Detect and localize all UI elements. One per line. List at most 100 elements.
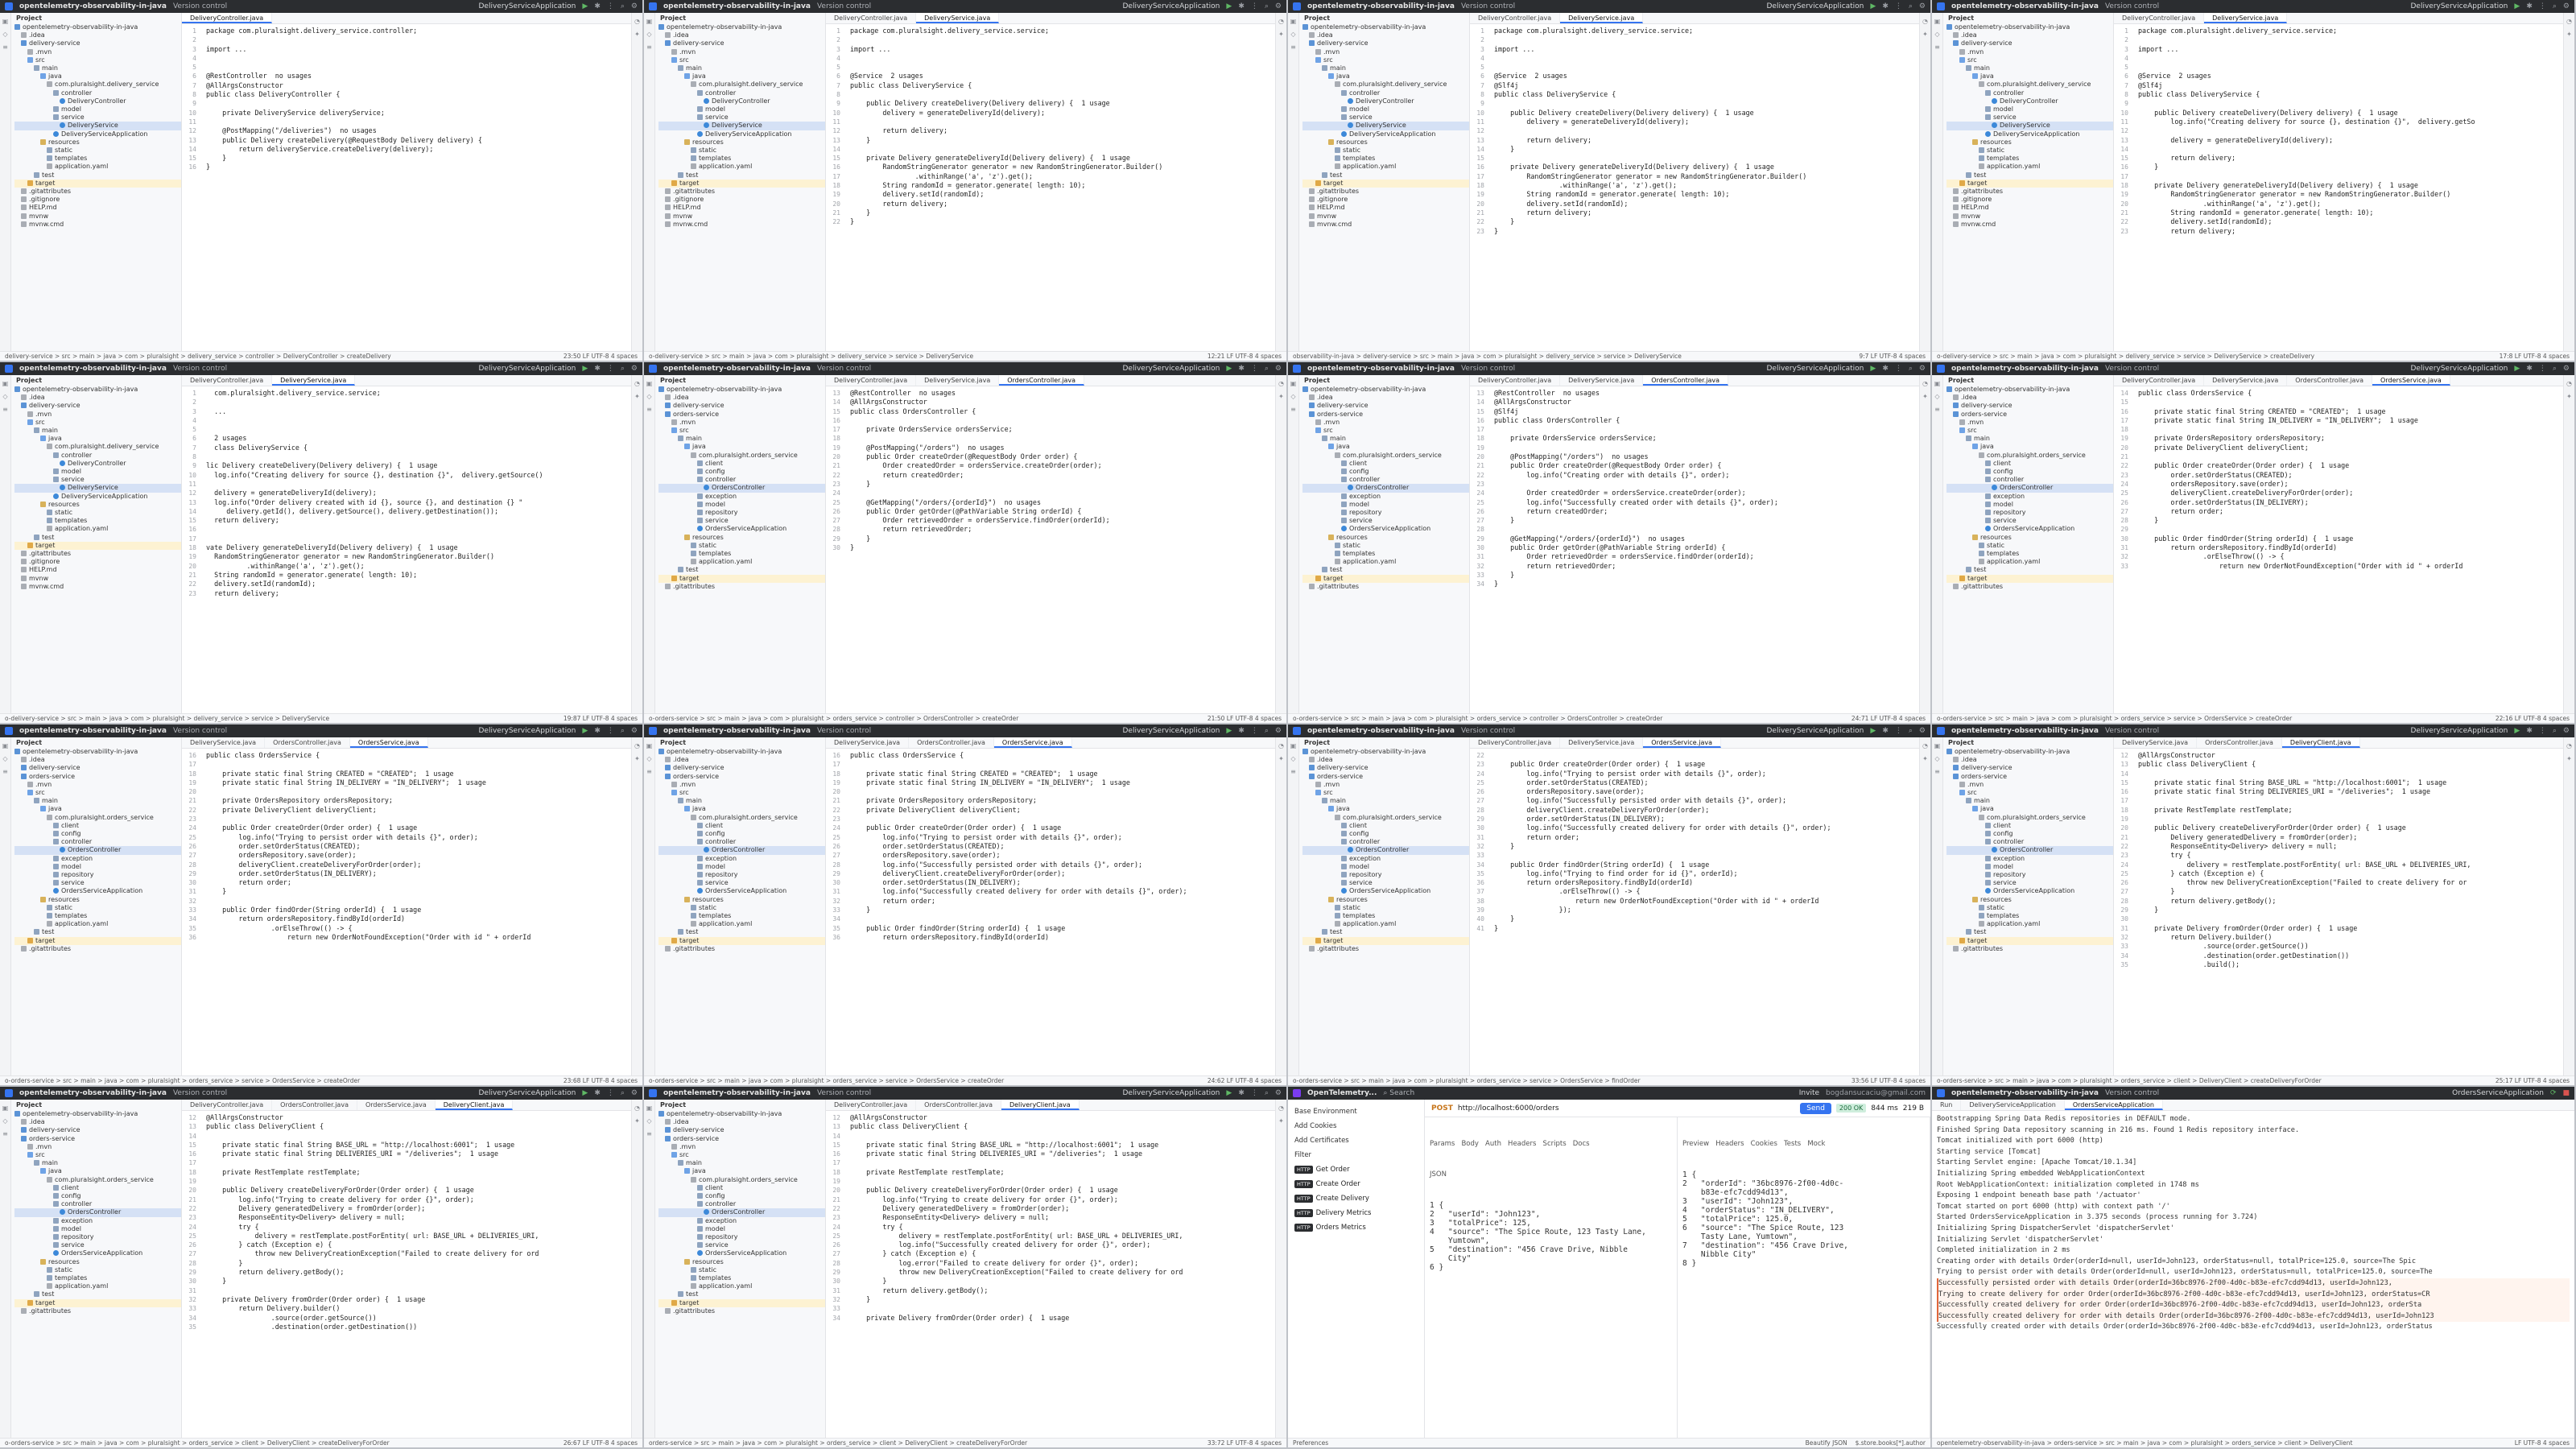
- code-line[interactable]: private Delivery fromOrder(Order order) …: [2138, 924, 2563, 933]
- tree-item[interactable]: client: [658, 1184, 825, 1192]
- notifications-icon[interactable]: ◔: [2566, 18, 2572, 25]
- structure-icon[interactable]: ≡: [1290, 406, 1296, 413]
- notifications-icon[interactable]: ◔: [634, 1104, 640, 1112]
- code-line[interactable]: private static final String IN_DELIVERY …: [850, 778, 1275, 787]
- search-icon[interactable]: ⌕: [2553, 365, 2557, 373]
- commit-icon[interactable]: ◇: [2, 31, 7, 38]
- tree-item[interactable]: client: [658, 822, 825, 830]
- editor-tab[interactable]: DeliveryService.java: [1560, 13, 1644, 23]
- tree-item[interactable]: config: [14, 830, 181, 838]
- search-box[interactable]: ⌕ Search: [1383, 1089, 1414, 1097]
- tree-item[interactable]: templates: [14, 1274, 181, 1282]
- code-line[interactable]: }: [2138, 906, 2563, 914]
- workspace-name[interactable]: OpenTelemetry...: [1307, 1089, 1377, 1097]
- version-control-menu[interactable]: Version control: [173, 1089, 227, 1097]
- tree-item[interactable]: config: [1946, 830, 2113, 838]
- editor-tab[interactable]: DeliveryService.java: [1560, 375, 1644, 386]
- editor-tab[interactable]: OrdersController.java: [265, 737, 350, 748]
- tree-item[interactable]: .idea: [14, 31, 181, 39]
- project-panel-title[interactable]: Project: [1299, 13, 1469, 23]
- code-line[interactable]: .destination(order.getDestination()): [2138, 952, 2563, 960]
- tree-item[interactable]: .idea: [1302, 756, 1469, 764]
- tree-item[interactable]: static: [1302, 147, 1469, 155]
- source-code[interactable]: @RestController no usages @AllArgsConstru…: [844, 389, 1275, 713]
- tree-item[interactable]: .idea: [658, 31, 825, 39]
- settings-icon[interactable]: ⚙: [1275, 365, 1282, 373]
- code-line[interactable]: public class DeliveryService {: [850, 81, 1275, 90]
- navigation-breadcrumb[interactable]: o-orders-service > src > main > java > c…: [649, 1077, 1199, 1084]
- tree-item[interactable]: model: [1946, 863, 2113, 871]
- project-panel-title[interactable]: Project: [655, 375, 825, 386]
- code-line[interactable]: [206, 897, 631, 906]
- tree-item[interactable]: static: [14, 509, 181, 517]
- more-icon[interactable]: ⋮: [1251, 727, 1258, 735]
- code-line[interactable]: delivery.getId(), delivery.getSource(), …: [206, 507, 631, 516]
- tree-item[interactable]: test: [14, 1290, 181, 1298]
- code-line[interactable]: public class DeliveryService {: [1494, 90, 1919, 99]
- code-line[interactable]: log.info("Creating order with details {}…: [1494, 471, 1919, 480]
- code-line[interactable]: delivery = restTemplate.postForEntity( u…: [2138, 861, 2563, 869]
- tree-item[interactable]: static: [1302, 904, 1469, 912]
- code-line[interactable]: String randomId = generator.generate( le…: [850, 181, 1275, 190]
- code-line[interactable]: }: [850, 136, 1275, 145]
- editor-tab[interactable]: DeliveryController.java: [182, 13, 273, 23]
- code-line[interactable]: private static final String DELIVERIES_U…: [850, 1150, 1275, 1158]
- tree-item[interactable]: java: [14, 72, 181, 80]
- tree-item[interactable]: java: [658, 72, 825, 80]
- code-line[interactable]: deliveryClient.createDeliveryForOrder(or…: [1494, 806, 1919, 815]
- navigation-breadcrumb[interactable]: o-delivery-service > src > main > java >…: [5, 715, 555, 722]
- code-line[interactable]: [1494, 425, 1919, 434]
- code-line[interactable]: .withinRange('a', 'z').get();: [2138, 200, 2563, 208]
- version-control-menu[interactable]: Version control: [817, 365, 871, 373]
- tree-item[interactable]: DeliveryController: [1302, 97, 1469, 105]
- source-code[interactable]: package com.pluralsight.delivery_service…: [844, 27, 1275, 351]
- code-view[interactable]: 12 13 14 15 16 17 18 19 20 21 22 23 24 25 26 27 28 29 30 31…: [2114, 749, 2563, 1075]
- code-line[interactable]: return createdOrder;: [850, 471, 1275, 480]
- code-line[interactable]: import ...: [850, 45, 1275, 54]
- code-line[interactable]: [206, 760, 631, 769]
- tree-item[interactable]: test: [1946, 171, 2113, 180]
- code-line[interactable]: @RestController no usages: [850, 389, 1275, 398]
- tree-item[interactable]: orders-service: [658, 411, 825, 419]
- code-line[interactable]: [850, 914, 1275, 923]
- version-control-menu[interactable]: Version control: [2105, 727, 2159, 735]
- editor-tab[interactable]: OrdersService.java: [357, 1100, 436, 1110]
- tree-item[interactable]: com.pluralsight.orders_service: [658, 452, 825, 460]
- tree-item[interactable]: exception: [1946, 493, 2113, 501]
- code-line[interactable]: }: [850, 543, 1275, 552]
- tree-item[interactable]: resources: [14, 896, 181, 904]
- tree-item[interactable]: OrdersController: [658, 1208, 825, 1217]
- tree-item[interactable]: service: [658, 1241, 825, 1249]
- code-line[interactable]: return new OrderNotFoundException("Order…: [1494, 897, 1919, 906]
- code-line[interactable]: package com.pluralsight.delivery_service…: [1494, 27, 1919, 35]
- tree-item[interactable]: application.yaml: [1946, 163, 2113, 171]
- run-config-selector[interactable]: DeliveryServiceApplication: [2410, 365, 2508, 373]
- tree-item[interactable]: static: [658, 147, 825, 155]
- project-switcher[interactable]: opentelemetry-observability-in-java: [663, 365, 811, 373]
- code-line[interactable]: }: [850, 906, 1275, 914]
- tree-item[interactable]: exception: [658, 1217, 825, 1225]
- code-view[interactable]: 14 15 16 17 18 19 20 21 22 23 24 25 26 27 28 29 30 31 32 33…: [2114, 386, 2563, 713]
- tree-item[interactable]: exception: [14, 855, 181, 863]
- search-icon[interactable]: ⌕: [1265, 727, 1269, 735]
- code-line[interactable]: .withinRange('a', 'z').get();: [850, 172, 1275, 181]
- code-line[interactable]: Order retrievedOrder = ordersService.fin…: [1494, 552, 1919, 561]
- tree-item[interactable]: model: [1302, 501, 1469, 509]
- code-line[interactable]: public Delivery createDelivery(Delivery …: [2138, 109, 2563, 118]
- tree-item[interactable]: src: [14, 419, 181, 427]
- navigation-breadcrumb[interactable]: o-orders-service > src > main > java > c…: [5, 1077, 555, 1084]
- tree-item[interactable]: resources: [1302, 138, 1469, 147]
- tree-item[interactable]: service: [1302, 517, 1469, 525]
- run-config-selector[interactable]: DeliveryServiceApplication: [1122, 2, 1220, 10]
- code-line[interactable]: .withinRange('a', 'z').get();: [1494, 181, 1919, 190]
- tree-item[interactable]: static: [1946, 904, 2113, 912]
- tree-item[interactable]: DeliveryService: [14, 122, 181, 130]
- code-line[interactable]: order.setOrderStatus(CREATED);: [2138, 471, 2563, 480]
- code-line[interactable]: order.setOrderStatus(IN_DELIVERY);: [1494, 815, 1919, 824]
- commit-icon[interactable]: ◇: [646, 1117, 651, 1125]
- code-line[interactable]: return delivery;: [850, 126, 1275, 135]
- editor-tab[interactable]: DeliveryController.java: [182, 375, 273, 386]
- code-line[interactable]: RandomStringGenerator generator = new Ra…: [2138, 190, 2563, 199]
- tree-item[interactable]: .idea: [1946, 394, 2113, 402]
- tree-item[interactable]: opentelemetry-observability-in-java: [658, 1110, 825, 1118]
